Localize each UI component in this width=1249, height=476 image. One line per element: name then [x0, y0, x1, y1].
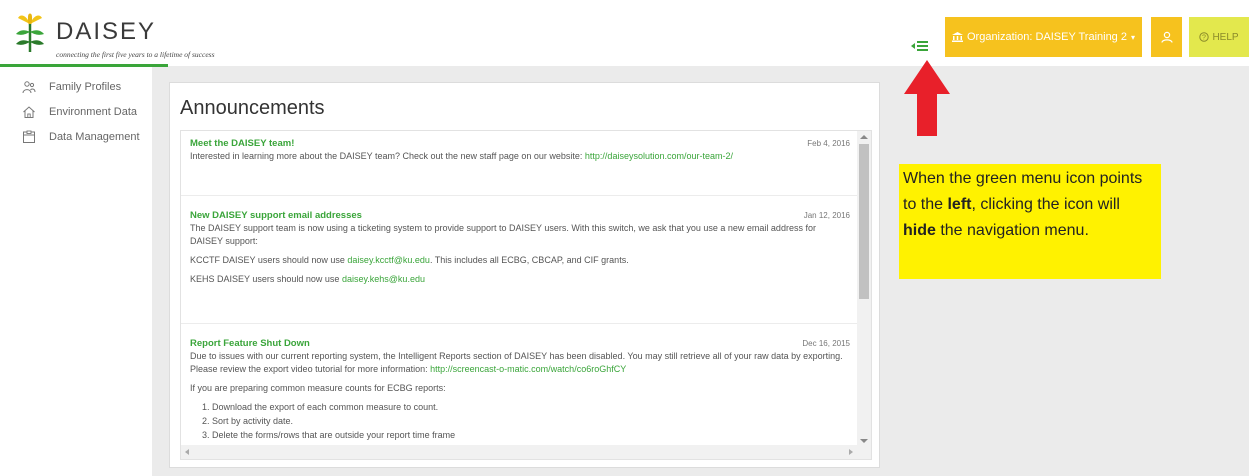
- caret-down-icon: ▾: [1130, 32, 1135, 42]
- help-label: HELP: [1212, 31, 1239, 43]
- announcement-date: Jan 12, 2016: [803, 211, 850, 220]
- instruction-steps: Download the export of each common measu…: [190, 401, 850, 442]
- announcements-panel: Announcements Meet the DAISEY team! Feb …: [169, 82, 880, 468]
- announcement-link[interactable]: http://daiseysolution.com/our-team-2/: [585, 151, 733, 161]
- logo-tagline: connecting the first five years to a lif…: [56, 50, 215, 59]
- sidebar-item-label: Environment Data: [49, 106, 138, 118]
- announcement-item: Report Feature Shut Down Dec 16, 2015 Du…: [190, 337, 850, 443]
- instruction-callout: When the green menu icon points to the l…: [899, 164, 1161, 279]
- sidebar-item-family-profiles[interactable]: Family Profiles: [0, 76, 152, 98]
- family-icon: [22, 80, 36, 94]
- logo-wordmark: DAISEY: [56, 18, 157, 45]
- list-item: Sort by activity date.: [212, 415, 850, 428]
- organization-icon: [951, 32, 963, 42]
- email-link-kcctf[interactable]: daisey.kcctf@ku.edu: [347, 255, 430, 265]
- announcement-divider: [181, 195, 857, 196]
- list-item: Download the export of each common measu…: [212, 401, 850, 414]
- scroll-left-arrow-icon[interactable]: [185, 449, 189, 455]
- sidebar-item-environment-data[interactable]: Environment Data: [0, 101, 152, 123]
- help-circle-icon: ?: [1199, 32, 1210, 42]
- announcement-title: Meet the DAISEY team!: [190, 138, 295, 149]
- announcement-link[interactable]: http://screencast-o-matic.com/watch/co6r…: [430, 364, 626, 374]
- announcement-body: Interested in learning more about the DA…: [190, 151, 733, 161]
- announcements-scroll-area: Meet the DAISEY team! Feb 4, 2016 Intere…: [181, 131, 857, 447]
- announcement-line: If you are preparing common measure coun…: [190, 383, 446, 393]
- announcement-date: Dec 16, 2015: [802, 339, 850, 348]
- organization-label: Organization: DAISEY Training 2: [966, 31, 1127, 43]
- vertical-scrollbar[interactable]: [857, 131, 871, 447]
- sidebar-item-label: Data Management: [49, 131, 140, 143]
- announcements-list[interactable]: Meet the DAISEY team! Feb 4, 2016 Intere…: [180, 130, 872, 460]
- navigation-sidebar: Family Profiles Environment Data Data Ma…: [0, 67, 152, 476]
- user-icon: [1160, 31, 1173, 43]
- announcement-body: Due to issues with our current reporting…: [190, 351, 843, 374]
- help-button[interactable]: ? HELP: [1189, 17, 1249, 57]
- scrollbar-thumb[interactable]: [859, 144, 869, 299]
- email-link-kehs[interactable]: daisey.kehs@ku.edu: [342, 274, 425, 284]
- page-title: Announcements: [180, 97, 325, 119]
- sidebar-item-data-management[interactable]: Data Management: [0, 126, 152, 148]
- announcement-body: The DAISEY support team is now using a t…: [190, 223, 816, 246]
- announcement-item: New DAISEY support email addresses Jan 1…: [190, 209, 850, 292]
- announcement-divider: [181, 323, 857, 324]
- announcement-title: New DAISEY support email addresses: [190, 210, 362, 221]
- announcement-date: Feb 4, 2016: [807, 139, 850, 148]
- announcement-title: Report Feature Shut Down: [190, 338, 310, 349]
- daisey-logo[interactable]: DAISEY connecting the first five years t…: [12, 8, 252, 64]
- red-up-arrow-icon: [904, 60, 950, 136]
- horizontal-scrollbar[interactable]: [181, 445, 871, 459]
- scroll-up-arrow-icon[interactable]: [860, 135, 868, 139]
- user-account-button[interactable]: [1151, 17, 1182, 57]
- sidebar-item-label: Family Profiles: [49, 81, 122, 93]
- menu-toggle-icon[interactable]: [909, 38, 931, 54]
- announcement-line: KEHS DAISEY users should now use daisey.…: [190, 274, 425, 284]
- daisy-flower-icon: [16, 13, 44, 52]
- home-icon: [22, 105, 36, 119]
- announcement-line: KCCTF DAISEY users should now use daisey…: [190, 255, 629, 265]
- app-header: DAISEY connecting the first five years t…: [0, 0, 1249, 67]
- organization-dropdown-button[interactable]: Organization: DAISEY Training 2 ▾: [945, 17, 1142, 57]
- scroll-right-arrow-icon[interactable]: [849, 449, 853, 455]
- svg-text:?: ?: [1202, 35, 1206, 42]
- scroll-down-arrow-icon[interactable]: [860, 439, 868, 443]
- announcement-item: Meet the DAISEY team! Feb 4, 2016 Intere…: [190, 137, 850, 169]
- list-item: Delete the forms/rows that are outside y…: [212, 429, 850, 442]
- folder-icon: [22, 130, 36, 144]
